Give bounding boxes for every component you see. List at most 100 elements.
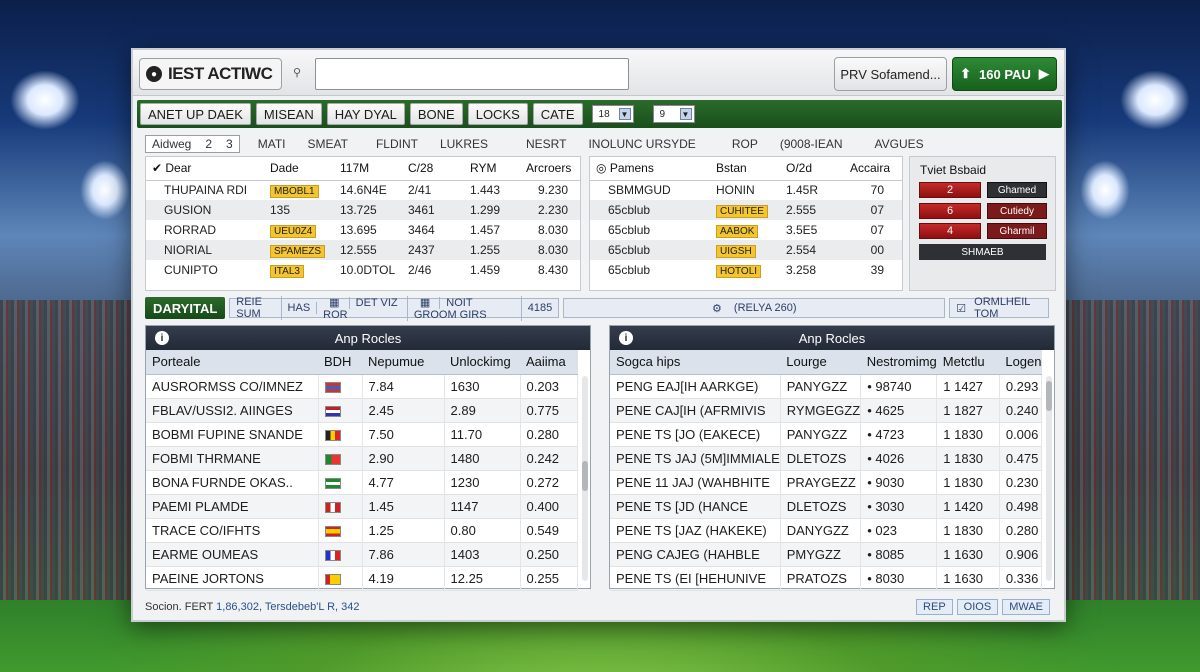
nav-tab-2[interactable]: MISEAN <box>255 103 322 125</box>
filter-item[interactable]: INOLUNC URSYDE <box>588 137 695 151</box>
column-header[interactable]: ◎ Pamens <box>590 157 710 181</box>
column-header[interactable]: 117M <box>334 157 402 181</box>
bet-count-button[interactable]: 4 <box>919 223 981 239</box>
section-center-box[interactable]: ⚙ (RELYA 260) <box>563 298 946 318</box>
table-row[interactable]: 65cblub HOTOLI 3.258 39 <box>590 260 902 280</box>
column-header[interactable]: Accaira <box>844 157 902 181</box>
table-row[interactable]: GUSION 135 13.725 3461 1.299 2.230 <box>146 200 580 220</box>
column-header[interactable]: Arcroers <box>520 157 580 181</box>
table-row[interactable]: PENE TS [JD (HANCE DLETOZS • 3030 1 1420 0.4… <box>610 494 1043 519</box>
section-right-box[interactable]: ☑ ORMLHEIL TOM <box>949 296 1050 320</box>
table-row[interactable]: PENE 11 JAJ (WAHBHITE PRAYGEZZ • 9030 1 183… <box>610 470 1043 495</box>
status-button-oios[interactable]: OIOS <box>956 599 999 615</box>
bet-option-button[interactable]: Ghamed <box>987 182 1047 198</box>
bet-count-button[interactable]: 2 <box>919 182 981 198</box>
table-row[interactable]: THUPAINA RDI MBOBL1 14.6N4E 2/41 1.443 9.2… <box>146 180 580 200</box>
column-header[interactable]: Dade <box>264 157 334 181</box>
table-row[interactable]: RORRAD UEU0Z4 13.695 3464 1.457 8.030 <box>146 220 580 240</box>
column-header[interactable]: Nestromimg <box>860 350 937 375</box>
status-button-rep[interactable]: REP <box>916 599 953 615</box>
table-row[interactable]: SBMMGUD HONIN 1.45R 70 <box>590 180 902 200</box>
column-header[interactable]: Porteale <box>146 350 318 375</box>
bet-option-button[interactable]: Cutiedy <box>987 203 1047 219</box>
table-row[interactable]: BOBMI FUPINE SNANDE 7.50 11.70 0.280 <box>146 422 578 447</box>
nav-tab-6[interactable]: CATE <box>532 103 583 125</box>
status-button-mwae[interactable]: MWAE <box>1002 599 1050 615</box>
info-icon[interactable]: i <box>155 331 169 345</box>
nav-select-2[interactable]: 9 ▼ <box>652 105 695 123</box>
table-row[interactable]: PENE CAJ[IH (AFRMIVIS RYMGEGZZ • 4625 1 182… <box>610 398 1043 423</box>
section-filter[interactable]: ▦ NOIT GROOM GIRS <box>408 295 522 321</box>
filter-tag[interactable]: Aidweg 2 3 <box>145 135 240 153</box>
section-primary-button[interactable]: DARYITAL <box>145 297 226 319</box>
table-row[interactable]: PENE TS (EI [HEHUNIVE PRATOZS • 8030 1 1630… <box>610 566 1043 591</box>
filter-item[interactable]: MATI <box>258 137 286 151</box>
column-header[interactable]: Aaiima <box>520 350 578 375</box>
table-row[interactable]: TRACE CO/IFHTS 1.25 0.80 0.549 <box>146 518 578 543</box>
table-row[interactable]: 65cblub AABOK 3.5E5 07 <box>590 220 902 240</box>
column-header[interactable]: RYM <box>464 157 520 181</box>
scrollbar[interactable] <box>582 376 588 581</box>
section-filter[interactable]: HAS <box>282 302 318 314</box>
table-row[interactable]: PENE TS [JO (EAKECE) PANYGZZ • 4723 1 1830 0… <box>610 422 1043 447</box>
nav-tab-3[interactable]: HAY DYAL <box>326 103 405 125</box>
flag-icon <box>324 501 341 513</box>
bet-amount-button[interactable]: ⬆ 160 PAU ▶ <box>952 57 1057 91</box>
search-input[interactable] <box>315 58 629 90</box>
column-header[interactable]: Unlockimg <box>444 350 520 375</box>
filter-row: Aidweg 2 3 MATI SMEAT FLDINT LUKRES NESR… <box>137 134 1062 154</box>
table-row[interactable]: 65cblub UIGSH 2.554 00 <box>590 240 902 260</box>
section-filter[interactable]: 4185 <box>522 302 558 314</box>
column-header[interactable]: Lourge <box>780 350 861 375</box>
column-header[interactable]: ✔ Dear <box>146 157 264 181</box>
scrollbar[interactable] <box>1046 376 1052 581</box>
filter-item[interactable]: (9008-IEAN <box>780 137 843 151</box>
bet-count-button[interactable]: 6 <box>919 203 981 219</box>
scrollbar-thumb[interactable] <box>1046 381 1052 411</box>
nav-select-1[interactable]: 18 ▼ <box>591 105 634 123</box>
filter-item[interactable]: FLDINT <box>376 137 418 151</box>
pin-icon[interactable]: ⚲ <box>293 66 301 79</box>
table-row[interactable]: PENG CAJEG (HAHBLE PMYGZZ • 8085 1 1630 0.90… <box>610 542 1043 567</box>
nav-tab-4[interactable]: BONE <box>409 103 463 125</box>
filter-item[interactable]: NESRT <box>526 137 566 151</box>
table-row[interactable]: BONA FURNDE OKAS.. 4.77 1230 0.272 <box>146 470 578 495</box>
bet-submit-button[interactable]: SHMAEB <box>919 244 1046 260</box>
nav-tab-5[interactable]: LOCKS <box>467 103 528 125</box>
filter-item[interactable]: AVGUES <box>875 137 924 151</box>
nav-tab-1[interactable]: ANET UP DAEK <box>140 103 251 125</box>
column-header[interactable]: Logen <box>999 350 1042 375</box>
status-badge: UIGSH <box>716 245 756 258</box>
info-icon[interactable]: i <box>619 331 633 345</box>
table-row[interactable]: EARME OUMEAS 7.86 1403 0.250 <box>146 542 578 567</box>
section-filter[interactable]: REIE SUM <box>230 296 282 320</box>
column-header[interactable]: BDH <box>318 350 362 375</box>
app-logo[interactable]: ● IEST ACTIWC <box>139 58 282 90</box>
table-row[interactable]: PAEINE JORTONS 4.19 12.25 0.255 <box>146 566 578 591</box>
column-header[interactable]: Sogca hips <box>610 350 781 375</box>
app-window: ● IEST ACTIWC ⚲ PRV Sofamend... ⬆ 160 PA… <box>131 48 1066 622</box>
table-row[interactable]: PENE TS JAJ (5M]IMMIALE DLETOZS • 4026 1 18… <box>610 446 1043 471</box>
prv-button[interactable]: PRV Sofamend... <box>834 57 947 91</box>
filter-item[interactable]: SMEAT <box>308 137 348 151</box>
column-header[interactable]: C/28 <box>402 157 464 181</box>
column-header[interactable]: Metctlu <box>936 350 1000 375</box>
column-header[interactable]: O/2d <box>780 157 844 181</box>
table-row[interactable]: FOBMI THRMANE 2.90 1480 0.242 <box>146 446 578 471</box>
column-header[interactable]: Nepumue <box>362 350 444 375</box>
section-filter[interactable]: ▦ DET VIZ ROR <box>317 295 408 321</box>
table-row[interactable]: FBLAV/USSI2. AIINGES 2.45 2.89 0.775 <box>146 398 578 423</box>
filter-item[interactable]: LUKRES <box>440 137 488 151</box>
table-row[interactable]: PENE TS [JAZ (HAKEKE) DANYGZZ • 023 1 1830 0… <box>610 518 1043 543</box>
bet-option-button[interactable]: Gharmil <box>987 223 1047 239</box>
table-row[interactable]: NIORIAL SPAMEZS 12.555 2437 1.255 8.030 <box>146 240 580 260</box>
panel-title: Anp Rocles <box>334 330 402 346</box>
table-row[interactable]: 65cblub CUHITEE 2.555 07 <box>590 200 902 220</box>
table-row[interactable]: AUSRORMSS CO/IMNEZ 7.84 1630 0.203 <box>146 374 578 399</box>
filter-item[interactable]: ROP <box>732 137 758 151</box>
table-row[interactable]: PAEMI PLAMDE 1.45 1147 0.400 <box>146 494 578 519</box>
table-row[interactable]: CUNIPTO ITAL3 10.0DTOL 2/46 1.459 8.430 <box>146 260 580 280</box>
column-header[interactable]: Bstan <box>710 157 780 181</box>
table-row[interactable]: PENG EAJ[IH AARKGE) PANYGZZ • 98740 1 1427 0… <box>610 374 1043 399</box>
scrollbar-thumb[interactable] <box>582 461 588 491</box>
